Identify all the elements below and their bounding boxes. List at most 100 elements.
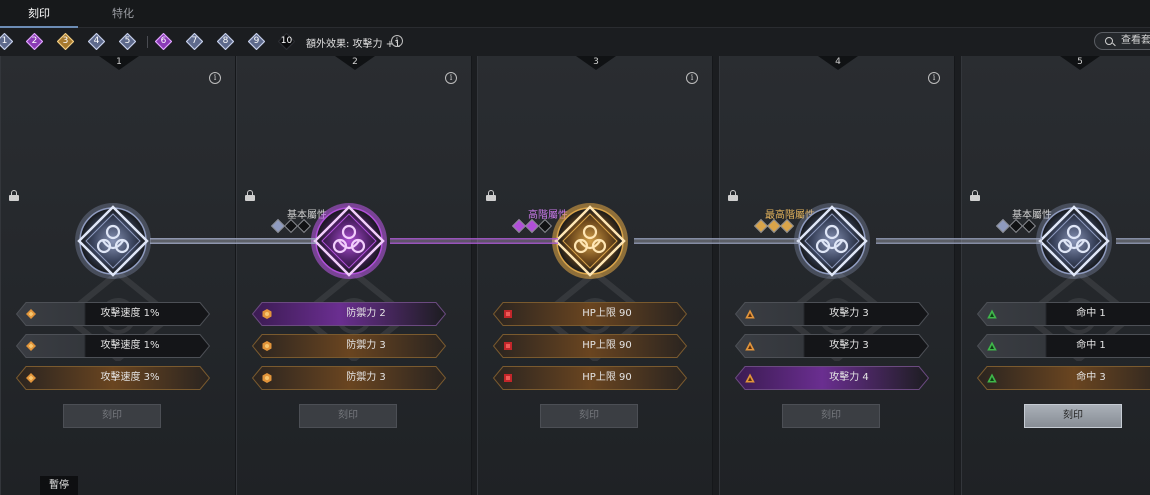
engrave-card-5: 5i基本屬性 (961, 56, 1150, 495)
engrave-card-4: 4 i 最高階屬性 攻擊力 3 攻擊力 3 攻擊力 4 刻印 (719, 56, 955, 495)
level-5-badge[interactable]: 5 (119, 33, 136, 50)
rune-connector-line (876, 238, 1042, 244)
bonus-effect-text: 額外效果: 攻擊力 +1 (306, 39, 401, 50)
engrave-card-2: 2 i 基本屬性 防禦力 2 防禦力 3 防禦力 3 刻印 (236, 56, 472, 495)
stat-option-text: 攻擊力 3 (829, 308, 869, 319)
stat-option-text: 攻擊力 4 (829, 372, 869, 383)
stat-option-row[interactable]: 攻擊力 3 (735, 302, 929, 326)
orange-diamond-icon (26, 373, 36, 383)
rune-connector-line (150, 238, 316, 244)
info-icon[interactable]: i (686, 72, 698, 84)
level-9-badge[interactable]: 9 (248, 33, 265, 50)
engrave-button[interactable]: 刻印 (1024, 404, 1122, 428)
stat-option-text: 命中 3 (1076, 372, 1106, 383)
orange-hexagon-icon (262, 373, 272, 383)
level-divider (147, 36, 148, 48)
info-icon[interactable]: i (445, 72, 457, 84)
level-6-badge[interactable]: 6 (155, 33, 172, 50)
engrave-button[interactable]: 刻印 (63, 404, 161, 428)
card-index: 5 (1077, 57, 1083, 67)
stat-option-text: 攻擊力 3 (829, 340, 869, 351)
green-triangle-icon (987, 309, 997, 319)
lock-icon[interactable] (9, 190, 19, 201)
lock-icon[interactable] (728, 190, 738, 201)
view-set-label: 查看套 (1121, 35, 1150, 46)
info-icon[interactable]: i (928, 72, 940, 84)
orange-triangle-icon (745, 341, 755, 351)
rune-emblem[interactable] (792, 201, 872, 281)
engrave-card-1: 1i 攻擊速度 1% 攻擊速度 1% 攻擊速度 3% 刻印 (0, 56, 236, 495)
stat-option-row[interactable]: 攻擊力 4 (735, 366, 929, 390)
stat-option-row[interactable]: HP上限 90 (493, 302, 687, 326)
level-1-badge[interactable]: 1 (0, 33, 13, 50)
stat-option-text: 防禦力 3 (346, 372, 386, 383)
green-triangle-icon (987, 341, 997, 351)
view-set-button[interactable]: 查看套 (1094, 32, 1150, 50)
stat-option-text: 防禦力 3 (346, 340, 386, 351)
card-index: 3 (593, 57, 599, 67)
orange-triangle-icon (745, 373, 755, 383)
stat-option-row[interactable]: 防禦力 3 (252, 334, 446, 358)
stat-option-row[interactable]: 命中 1 (977, 302, 1150, 326)
stat-option-text: HP上限 90 (582, 340, 632, 351)
stat-option-text: HP上限 90 (582, 372, 632, 383)
stat-option-row[interactable]: 攻擊力 3 (735, 334, 929, 358)
level-3-badge[interactable]: 3 (57, 33, 74, 50)
pause-label[interactable]: 暫停 (40, 476, 78, 495)
lock-icon[interactable] (486, 190, 496, 201)
rune-connector-line (634, 238, 800, 244)
orange-diamond-icon (26, 341, 36, 351)
stat-option-text: 攻擊速度 1% (100, 340, 160, 351)
stat-option-row[interactable]: 命中 3 (977, 366, 1150, 390)
level-2-badge[interactable]: 2 (26, 33, 43, 50)
stat-option-text: 命中 1 (1076, 340, 1106, 351)
rune-emblem[interactable] (309, 201, 389, 281)
card-index: 2 (352, 57, 358, 67)
stat-option-text: 防禦力 2 (346, 308, 386, 319)
stat-option-row[interactable]: 防禦力 3 (252, 366, 446, 390)
stat-option-row[interactable]: 攻擊速度 3% (16, 366, 210, 390)
engrave-button[interactable]: 刻印 (540, 404, 638, 428)
level-progress-row: 1 2 3 4 5 6 7 8 9 10 額外效果: 攻擊力 +1 i 查看套 (0, 28, 1150, 56)
level-4-badge[interactable]: 4 (88, 33, 105, 50)
search-icon (1105, 37, 1113, 45)
level-7-badge[interactable]: 7 (186, 33, 203, 50)
tab-engrave[interactable]: 刻印 (0, 0, 78, 28)
tab-specialization[interactable]: 特化 (84, 0, 162, 28)
info-icon[interactable]: i (209, 72, 221, 84)
stat-option-text: 命中 1 (1076, 308, 1106, 319)
orange-hexagon-icon (262, 309, 272, 319)
engrave-button[interactable]: 刻印 (782, 404, 880, 428)
stat-option-row[interactable]: 攻擊速度 1% (16, 302, 210, 326)
rune-connector-line (1116, 238, 1150, 244)
stat-option-row[interactable]: 命中 1 (977, 334, 1150, 358)
engraving-cards: 1i 攻擊速度 1% 攻擊速度 1% 攻擊速度 3% 刻印 2 i 基本屬性 防… (0, 56, 1150, 495)
green-triangle-icon (987, 373, 997, 383)
stat-option-text: 攻擊速度 3% (100, 372, 160, 383)
engrave-card-3: 3 i 高階屬性 HP上限 90 HP上限 90 HP上限 90 刻印 (477, 56, 713, 495)
orange-hexagon-icon (262, 341, 272, 351)
stat-option-row[interactable]: 攻擊速度 1% (16, 334, 210, 358)
rune-emblem[interactable] (1034, 201, 1114, 281)
lock-icon[interactable] (245, 190, 255, 201)
level-8-badge[interactable]: 8 (217, 33, 234, 50)
stat-option-row[interactable]: HP上限 90 (493, 366, 687, 390)
level-10-badge[interactable]: 10 (278, 33, 295, 50)
stat-option-row[interactable]: HP上限 90 (493, 334, 687, 358)
rune-emblem[interactable] (550, 201, 630, 281)
rune-emblem[interactable] (73, 201, 153, 281)
card-index: 4 (835, 57, 841, 67)
lock-icon[interactable] (970, 190, 980, 201)
red-square-icon (504, 374, 512, 382)
rune-connector-line (390, 238, 558, 244)
orange-triangle-icon (745, 309, 755, 319)
info-icon[interactable]: i (391, 35, 403, 47)
engrave-button[interactable]: 刻印 (299, 404, 397, 428)
red-square-icon (504, 310, 512, 318)
top-tab-bar: 刻印 特化 (0, 0, 1150, 28)
card-index: 1 (116, 57, 122, 67)
stat-option-text: HP上限 90 (582, 308, 632, 319)
stat-option-row[interactable]: 防禦力 2 (252, 302, 446, 326)
stat-option-text: 攻擊速度 1% (100, 308, 160, 319)
red-square-icon (504, 342, 512, 350)
